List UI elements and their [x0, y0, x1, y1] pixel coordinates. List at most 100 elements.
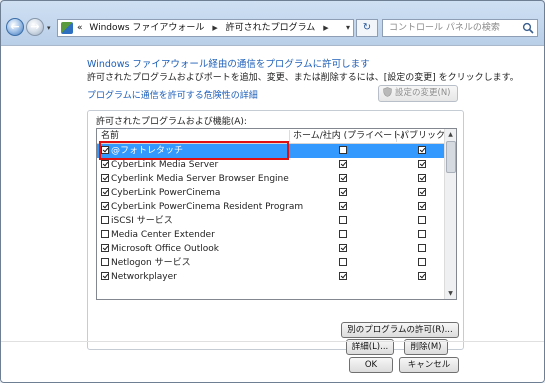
divider — [1, 341, 544, 342]
search-box[interactable]: コントロール パネルの検索 — [382, 19, 538, 37]
program-name-label: iSCSI サービス — [111, 216, 173, 226]
program-enabled-checkbox[interactable] — [101, 202, 109, 210]
program-enabled-checkbox[interactable] — [101, 244, 109, 252]
program-name-label: CyberLink PowerCinema — [111, 188, 221, 198]
program-enabled-checkbox[interactable] — [101, 258, 109, 266]
program-enabled-checkbox[interactable] — [101, 174, 109, 182]
home-network-checkbox[interactable] — [339, 160, 347, 168]
ok-button[interactable]: OK — [349, 357, 393, 373]
home-network-checkbox[interactable] — [339, 272, 347, 280]
address-dropdown-icon[interactable]: ▾ — [346, 20, 350, 36]
program-name: CyberLink PowerCinema — [101, 186, 220, 200]
column-header-name[interactable]: 名前 — [101, 129, 119, 143]
home-network-checkbox[interactable] — [339, 174, 347, 182]
public-network-checkbox[interactable] — [418, 202, 426, 210]
public-network-checkbox[interactable] — [418, 230, 426, 238]
home-network-checkbox[interactable] — [339, 244, 347, 252]
table-row[interactable]: Netlogon サービス — [97, 256, 456, 270]
program-name-label: Microsoft Office Outlook — [111, 244, 219, 254]
scroll-thumb[interactable] — [446, 141, 456, 173]
program-name: Microsoft Office Outlook — [101, 242, 219, 256]
list-rows: @フォトレタッチ CyberLink Media Server Cyberlink … — [97, 144, 456, 284]
program-name-label: Cyberlink Media Server Browser Engine — [111, 174, 289, 184]
programs-list[interactable]: 名前 ホーム/社内 (プライベート) パブリック @フォトレタッチ CyberLi… — [96, 128, 457, 300]
scroll-down-icon[interactable]: ▼ — [445, 288, 456, 299]
program-name-label: Media Center Extender — [111, 230, 215, 240]
back-arrow-icon[interactable]: ← — [6, 18, 24, 36]
program-name: CyberLink PowerCinema Resident Program — [101, 200, 303, 214]
public-network-checkbox[interactable] — [418, 146, 426, 154]
refresh-icon[interactable]: ↻ — [356, 19, 378, 37]
page-title: Windows ファイアウォール経由の通信をプログラムに許可します — [87, 59, 370, 70]
home-network-checkbox[interactable] — [339, 216, 347, 224]
program-enabled-checkbox[interactable] — [101, 216, 109, 224]
scroll-up-icon[interactable]: ▲ — [445, 129, 456, 140]
table-row[interactable]: iSCSI サービス — [97, 214, 456, 228]
program-name: Media Center Extender — [101, 228, 215, 242]
home-network-checkbox[interactable] — [339, 146, 347, 154]
program-enabled-checkbox[interactable] — [101, 146, 109, 154]
program-enabled-checkbox[interactable] — [101, 272, 109, 280]
public-network-checkbox[interactable] — [418, 216, 426, 224]
program-name-label: @フォトレタッチ — [111, 146, 184, 156]
address-bar[interactable]: « Windows ファイアウォール ▶ 許可されたプログラム ▶ ▾ — [57, 19, 354, 37]
program-enabled-checkbox[interactable] — [101, 160, 109, 168]
program-enabled-checkbox[interactable] — [101, 230, 109, 238]
home-network-checkbox[interactable] — [339, 258, 347, 266]
list-header: 名前 ホーム/社内 (プライベート) パブリック — [97, 129, 456, 144]
search-placeholder: コントロール パネルの検索 — [389, 23, 500, 33]
table-row[interactable]: Media Center Extender — [97, 228, 456, 242]
history-dropdown-icon[interactable]: ▾ — [47, 24, 55, 32]
breadcrumb-overflow[interactable]: « — [77, 23, 83, 33]
home-network-checkbox[interactable] — [339, 202, 347, 210]
home-network-checkbox[interactable] — [339, 230, 347, 238]
cancel-button[interactable]: キャンセル — [399, 357, 459, 373]
breadcrumb-separator-icon[interactable]: ▶ — [323, 24, 328, 32]
program-name: CyberLink Media Server — [101, 158, 218, 172]
control-panel-icon — [61, 22, 73, 34]
public-network-checkbox[interactable] — [418, 188, 426, 196]
program-name: Networkplayer — [101, 270, 177, 284]
column-header-home[interactable]: ホーム/社内 (プライベート) — [293, 129, 405, 143]
group-label: 許可されたプログラムおよび機能(A): — [96, 117, 247, 127]
program-name-label: Netlogon サービス — [111, 258, 191, 268]
program-name: Cyberlink Media Server Browser Engine — [101, 172, 289, 186]
program-name: iSCSI サービス — [101, 214, 173, 228]
table-row[interactable]: CyberLink PowerCinema — [97, 186, 456, 200]
shield-icon — [383, 87, 392, 97]
table-row[interactable]: Cyberlink Media Server Browser Engine — [97, 172, 456, 186]
public-network-checkbox[interactable] — [418, 272, 426, 280]
search-icon[interactable] — [522, 22, 534, 34]
allowed-programs-group: 許可されたプログラムおよび機能(A): 名前 ホーム/社内 (プライベート) パ… — [87, 110, 464, 355]
program-enabled-checkbox[interactable] — [101, 188, 109, 196]
allow-another-program-button[interactable]: 別のプログラムの許可(R)... — [341, 322, 459, 338]
forward-arrow-icon[interactable]: → — [26, 18, 44, 36]
program-name-label: Networkplayer — [111, 272, 177, 282]
public-network-checkbox[interactable] — [418, 160, 426, 168]
table-row[interactable]: @フォトレタッチ — [97, 144, 456, 158]
public-network-checkbox[interactable] — [418, 258, 426, 266]
program-name: @フォトレタッチ — [101, 144, 183, 158]
table-row[interactable]: CyberLink Media Server — [97, 158, 456, 172]
page-description: 許可されたプログラムおよびポートを追加、変更、または削除するには、[設定の変更]… — [87, 73, 519, 83]
change-settings-button[interactable]: 設定の変更(N) — [378, 85, 458, 102]
firewall-allowed-programs-window: ← → ▾ « Windows ファイアウォール ▶ 許可されたプログラム ▶ … — [0, 0, 545, 383]
breadcrumb: « Windows ファイアウォール ▶ 許可されたプログラム ▶ — [77, 20, 334, 36]
public-network-checkbox[interactable] — [418, 174, 426, 182]
program-name-label: CyberLink Media Server — [111, 160, 219, 170]
home-network-checkbox[interactable] — [339, 188, 347, 196]
table-row[interactable]: Networkplayer — [97, 270, 456, 284]
table-row[interactable]: Microsoft Office Outlook — [97, 242, 456, 256]
program-name: Netlogon サービス — [101, 256, 191, 270]
breadcrumb-separator-icon[interactable]: ▶ — [212, 24, 217, 32]
change-settings-label: 設定の変更(N) — [395, 88, 451, 98]
vertical-scrollbar[interactable]: ▲ ▼ — [444, 129, 456, 299]
table-row[interactable]: CyberLink PowerCinema Resident Program — [97, 200, 456, 214]
program-name-label: CyberLink PowerCinema Resident Program — [111, 202, 304, 212]
column-header-public[interactable]: パブリック — [400, 129, 445, 143]
content-pane: Windows ファイアウォール経由の通信をプログラムに許可します 許可されたプ… — [1, 45, 544, 382]
public-network-checkbox[interactable] — [418, 244, 426, 252]
breadcrumb-windows-firewall[interactable]: Windows ファイアウォール — [89, 23, 204, 33]
risk-details-link[interactable]: プログラムに通信を許可する危険性の詳細 — [87, 88, 258, 101]
breadcrumb-allowed-programs[interactable]: 許可されたプログラム — [226, 23, 316, 33]
